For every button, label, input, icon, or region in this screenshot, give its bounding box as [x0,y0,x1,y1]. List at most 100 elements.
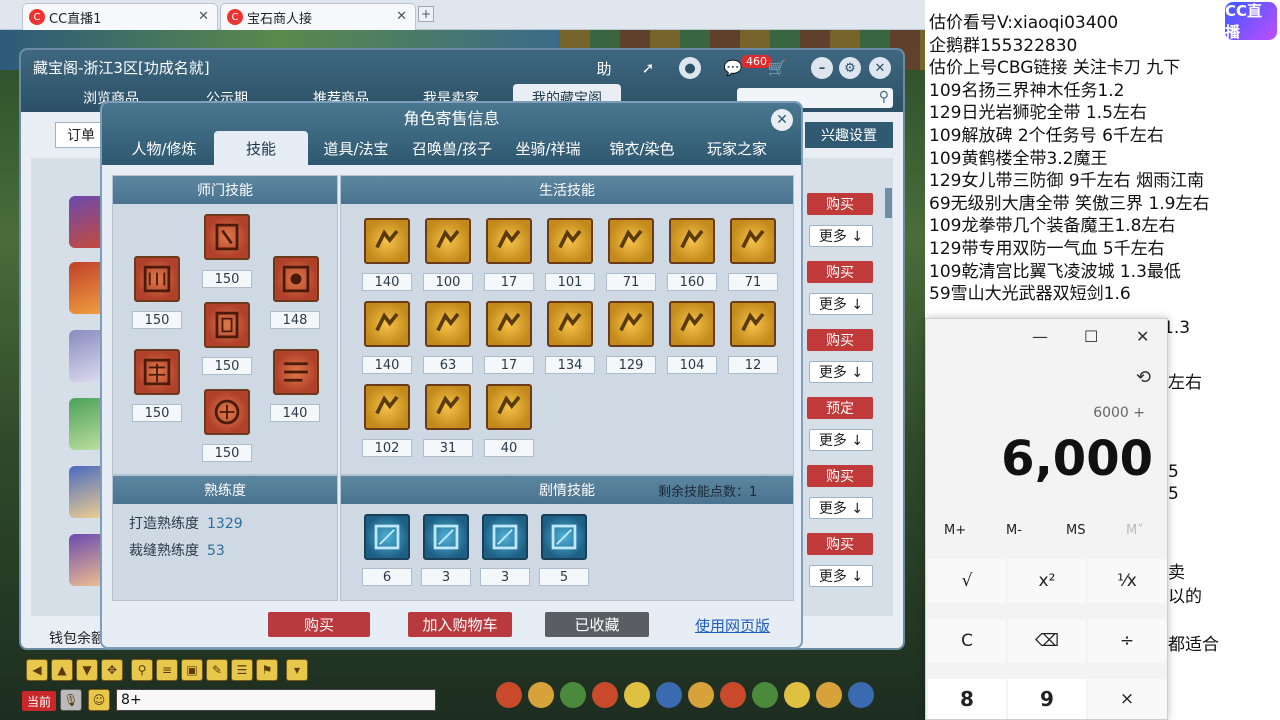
buy-button[interactable]: 购买 [807,261,873,283]
life-skill-icon[interactable] [425,218,471,264]
sect-skill-icon[interactable] [134,256,180,302]
arrow-up-icon[interactable]: ▲ [51,659,73,681]
life-skill-icon[interactable] [608,218,654,264]
favorited-button[interactable]: 已收藏 [545,612,649,637]
buy-button[interactable]: 购买 [807,533,873,555]
digit-9-button[interactable]: 9 [1008,679,1086,719]
maximize-icon[interactable]: ☐ [1084,327,1098,346]
life-skill-icon[interactable] [486,301,532,347]
story-skill-icon[interactable] [423,514,469,560]
add-to-cart-button[interactable]: 加入购物车 [408,612,512,637]
item-icon[interactable] [624,682,650,708]
item-icon[interactable] [496,682,522,708]
life-skill-icon[interactable] [486,218,532,264]
gear-icon[interactable]: ⚙ [839,57,861,79]
life-skill-icon[interactable] [669,218,715,264]
item-icon[interactable] [752,682,778,708]
item-icon[interactable] [784,682,810,708]
magnifier-icon[interactable]: ⚲ [131,659,153,681]
interest-settings-button[interactable]: 兴趣设置 [805,122,893,148]
minimize-icon[interactable]: – [811,57,833,79]
sect-skill-icon[interactable] [204,302,250,348]
close-icon[interactable]: ✕ [771,109,793,131]
search-icon[interactable]: ⚲ [879,89,889,105]
cart-icon[interactable]: 🛒 [765,56,789,80]
sect-skill-icon[interactable] [134,349,180,395]
dropdown-icon[interactable]: ▾ [286,659,308,681]
reserve-button[interactable]: 预定 [807,397,873,419]
close-icon[interactable]: ✕ [198,9,209,24]
mem-plus-button[interactable]: M+ [944,523,966,538]
list-icon[interactable]: ☰ [231,659,253,681]
chat-input[interactable]: 8+ [116,689,436,711]
close-icon[interactable]: ✕ [1136,327,1149,346]
tab-skills[interactable]: 技能 [214,131,308,165]
item-icon[interactable] [528,682,554,708]
arrow-left-icon[interactable]: ◀ [26,659,48,681]
life-skill-icon[interactable] [730,301,776,347]
multiply-button[interactable]: × [1088,679,1166,719]
clear-button[interactable]: C [928,619,1006,663]
buy-button[interactable]: 购买 [807,329,873,351]
life-skill-icon[interactable] [364,384,410,430]
brush-icon[interactable]: ✎ [206,659,228,681]
story-skill-icon[interactable] [541,514,587,560]
life-skill-icon[interactable] [547,218,593,264]
history-icon[interactable]: ⟲ [1136,367,1151,388]
web-version-link[interactable]: 使用网页版 [695,615,770,636]
story-skill-icon[interactable] [364,514,410,560]
more-button[interactable]: 更多 ↓ [809,225,873,247]
backspace-button[interactable]: ⌫ [1008,619,1086,663]
move-icon[interactable]: ✥ [101,659,123,681]
minimize-icon[interactable]: — [1032,327,1048,346]
divide-button[interactable]: ÷ [1088,619,1166,663]
more-button[interactable]: 更多 ↓ [809,565,873,587]
life-skill-icon[interactable] [608,301,654,347]
tab-items[interactable]: 道具/法宝 [310,131,402,165]
share-icon[interactable]: ➚ [635,56,661,80]
sect-skill-icon[interactable] [204,389,250,435]
item-icon[interactable] [848,682,874,708]
story-skill-icon[interactable] [482,514,528,560]
item-icon[interactable] [656,682,682,708]
item-icon[interactable] [560,682,586,708]
mem-minus-button[interactable]: M- [1006,523,1022,538]
close-icon[interactable]: ✕ [869,57,891,79]
browser-tab-cc[interactable]: C CC直播1 ✕ [22,3,218,30]
arrow-down-icon[interactable]: ▼ [76,659,98,681]
tab-mounts[interactable]: 坐骑/祥瑞 [502,131,594,165]
sect-skill-icon[interactable] [273,256,319,302]
buy-button[interactable]: 购买 [807,193,873,215]
lock-icon[interactable]: ▣ [181,659,203,681]
tab-player-home[interactable]: 玩家之家 [690,131,784,165]
tab-character[interactable]: 人物/修炼 [116,131,212,165]
life-skill-icon[interactable] [486,384,532,430]
life-skill-icon[interactable] [730,218,776,264]
close-icon[interactable]: ✕ [396,9,407,24]
emoji-icon[interactable]: ☺ [88,689,110,711]
tab-pets[interactable]: 召唤兽/孩子 [404,131,500,165]
life-skill-icon[interactable] [425,301,471,347]
microphone-icon[interactable]: 🎙 [60,689,82,711]
square-button[interactable]: x² [1008,559,1086,603]
sqrt-button[interactable]: √ [928,559,1006,603]
more-button[interactable]: 更多 ↓ [809,361,873,383]
help-button[interactable]: 助 [591,56,617,80]
mem-store-button[interactable]: MS [1066,523,1085,538]
life-skill-icon[interactable] [364,218,410,264]
list-scrollbar[interactable] [885,188,892,218]
item-icon[interactable] [720,682,746,708]
sect-skill-icon[interactable] [273,349,319,395]
new-tab-button[interactable]: + [418,6,434,22]
mem-recall-button[interactable]: M˅ [1126,523,1144,538]
reciprocal-button[interactable]: ¹⁄x [1088,559,1166,603]
buy-button[interactable]: 购买 [268,612,370,637]
more-button[interactable]: 更多 ↓ [809,429,873,451]
sect-skill-icon[interactable] [204,214,250,260]
life-skill-icon[interactable] [669,301,715,347]
item-icon[interactable] [592,682,618,708]
flag-icon[interactable]: ⚑ [256,659,278,681]
item-icon[interactable] [688,682,714,708]
browser-tab-gem[interactable]: C 宝石商人接 ✕ [220,3,416,30]
notes-icon[interactable]: ≡ [156,659,178,681]
